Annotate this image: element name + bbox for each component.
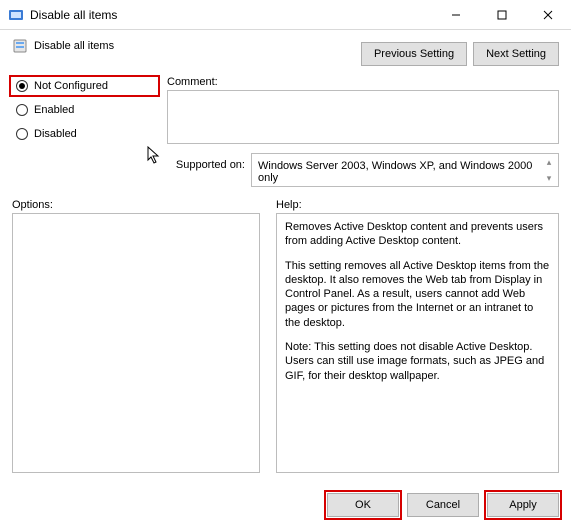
maximize-button[interactable] — [479, 0, 525, 30]
next-setting-button[interactable]: Next Setting — [473, 42, 559, 66]
help-paragraph: This setting removes all Active Desktop … — [285, 259, 550, 330]
radio-label: Not Configured — [34, 80, 108, 92]
supported-on-box: Windows Server 2003, Windows XP, and Win… — [251, 153, 559, 187]
window-title: Disable all items — [30, 8, 433, 22]
comment-label: Comment: — [167, 76, 559, 88]
options-box — [12, 213, 260, 473]
radio-label: Enabled — [34, 104, 74, 116]
cancel-button[interactable]: Cancel — [407, 493, 479, 517]
apply-button[interactable]: Apply — [487, 493, 559, 517]
app-icon — [8, 7, 24, 23]
help-paragraph: Removes Active Desktop content and preve… — [285, 220, 550, 249]
policy-title: Disable all items — [34, 40, 114, 52]
radio-icon — [16, 80, 28, 92]
policy-header: Disable all items — [12, 38, 361, 54]
close-button[interactable] — [525, 0, 571, 30]
title-bar: Disable all items — [0, 0, 571, 30]
radio-not-configured[interactable]: Not Configured — [12, 78, 157, 94]
help-paragraph: Note: This setting does not disable Acti… — [285, 340, 550, 383]
options-label: Options: — [12, 199, 260, 211]
radio-label: Disabled — [34, 128, 77, 140]
radio-disabled[interactable]: Disabled — [12, 126, 157, 142]
supported-on-text: Windows Server 2003, Windows XP, and Win… — [258, 160, 532, 184]
scroll-down-icon[interactable]: ▾ — [542, 172, 556, 184]
ok-button[interactable]: OK — [327, 493, 399, 517]
minimize-button[interactable] — [433, 0, 479, 30]
help-box: Removes Active Desktop content and preve… — [276, 213, 559, 473]
previous-setting-button[interactable]: Previous Setting — [361, 42, 467, 66]
radio-icon — [16, 104, 28, 116]
scroll-up-icon[interactable]: ▴ — [542, 156, 556, 168]
radio-icon — [16, 128, 28, 140]
supported-label: Supported on: — [167, 153, 245, 171]
dialog-footer: OK Cancel Apply — [327, 493, 559, 517]
policy-icon — [12, 38, 28, 54]
state-radio-group: Not Configured Enabled Disabled — [12, 76, 157, 187]
help-label: Help: — [276, 199, 559, 211]
comment-textarea[interactable] — [167, 90, 559, 144]
radio-enabled[interactable]: Enabled — [12, 102, 157, 118]
